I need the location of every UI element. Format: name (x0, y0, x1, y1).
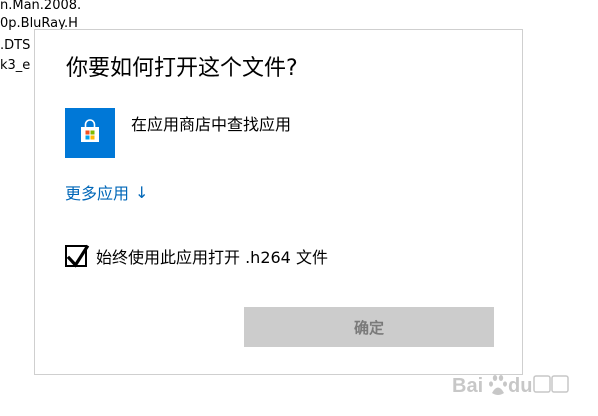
always-use-checkbox[interactable] (65, 244, 90, 268)
svg-text:Bai: Bai (452, 375, 483, 397)
always-use-label: 始终使用此应用打开 .h264 文件 (96, 248, 328, 267)
open-with-dialog: 你要如何打开这个文件? 在应用商店中查找应用 更多应用 ↓ 始终使用此应用打开 … (34, 29, 523, 375)
background-file-name: n.Man.2008. (0, 0, 82, 13)
dialog-title: 你要如何打开这个文件? (66, 56, 298, 81)
arrow-down-icon: ↓ (135, 182, 149, 202)
checkmark-icon (66, 244, 90, 268)
baidu-watermark: Bai du (452, 368, 572, 402)
always-use-option[interactable]: 始终使用此应用打开 .h264 文件 (65, 244, 328, 268)
background-file-name: k3_e (0, 58, 31, 73)
background-file-name: .DTS (0, 38, 31, 53)
more-apps-link[interactable]: 更多应用 ↓ (65, 180, 148, 204)
store-option-label: 在应用商店中查找应用 (131, 115, 292, 134)
baidu-jingyan-logo: Bai du (452, 375, 569, 397)
more-apps-label: 更多应用 (65, 184, 130, 203)
svg-text:du: du (508, 375, 532, 397)
microsoft-store-icon (65, 108, 115, 158)
store-option[interactable]: 在应用商店中查找应用 (65, 108, 291, 158)
ok-button[interactable]: 确定 (244, 307, 494, 347)
